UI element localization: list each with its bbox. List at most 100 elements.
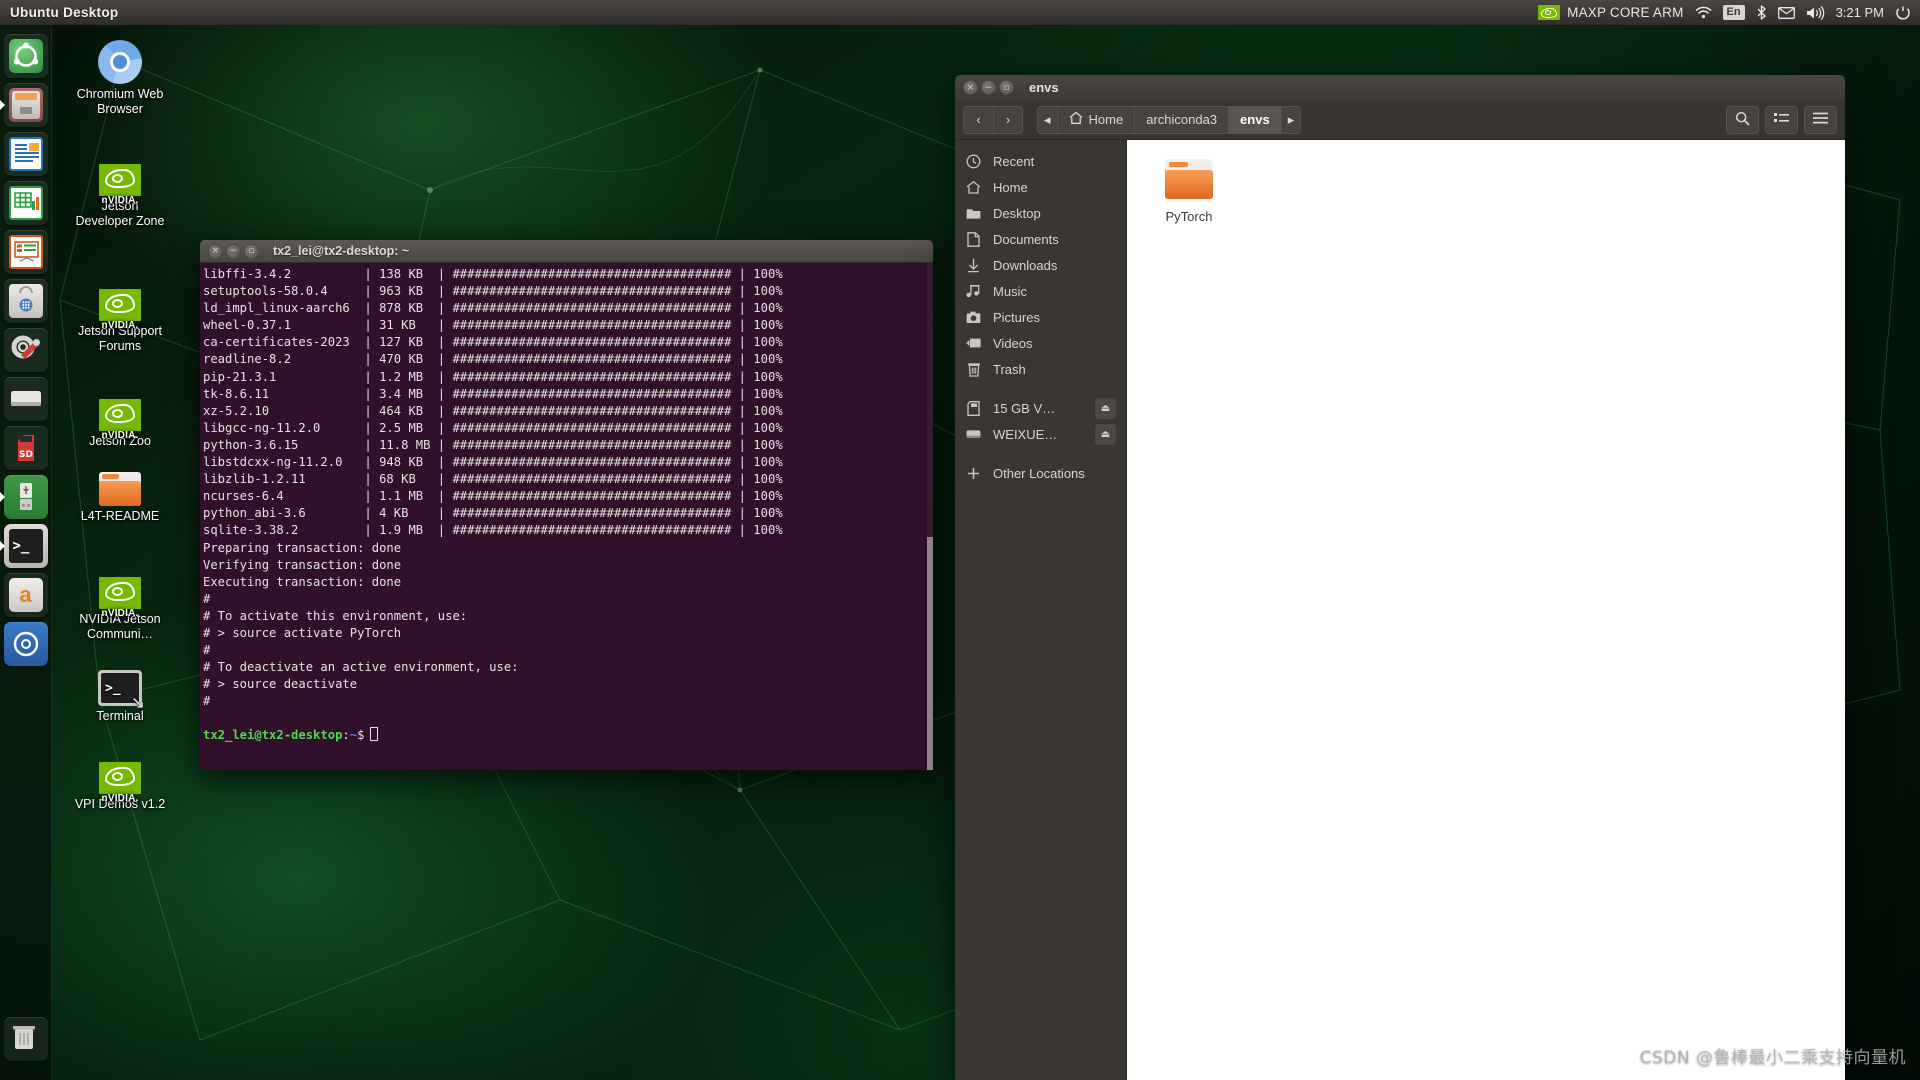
launcher-item-libreoffice-writer[interactable] — [4, 132, 48, 176]
sidebar-item-desktop[interactable]: Desktop — [955, 200, 1126, 226]
file-manager-sidebar: Recent Home Desktop Documents — [955, 140, 1127, 1080]
calc-sheet-icon — [9, 186, 43, 220]
sidebar-item-label: Videos — [993, 336, 1033, 351]
terminal-titlebar[interactable]: × − ▫ tx2_lei@tx2-desktop: ~ — [200, 240, 933, 263]
hamburger-menu-icon — [1813, 112, 1828, 127]
launcher-item-ubuntu-dash[interactable] — [4, 34, 48, 78]
desktop-icon-jetson-developer-zone[interactable]: nVIDIA. Jetson Developer Zone — [74, 150, 166, 229]
bluetooth-icon[interactable] — [1756, 5, 1767, 20]
back-button[interactable]: ‹ — [963, 106, 993, 134]
sidebar-item-other-locations[interactable]: Other Locations — [955, 460, 1126, 486]
sidebar-item-pictures[interactable]: Pictures — [955, 304, 1126, 330]
sidebar-device-label: WEIXUE… — [993, 427, 1057, 442]
eject-button[interactable]: ⏏ — [1095, 398, 1116, 419]
sidebar-item-home[interactable]: Home — [955, 174, 1126, 200]
file-manager-minimize-button[interactable]: − — [981, 80, 996, 95]
terminal-scrollbar[interactable] — [927, 263, 933, 770]
terminal-prompt-line: tx2_lei@tx2-desktop:~$ — [203, 727, 933, 744]
sidebar-item-label: Other Locations — [993, 466, 1085, 481]
desktop-icon-nvidia-jetson-community[interactable]: nVIDIA. NVIDIA Jetson Communi… — [74, 563, 166, 642]
video-icon — [965, 335, 982, 352]
terminal-scrollbar-thumb[interactable] — [927, 537, 933, 770]
sidebar-item-label: Downloads — [993, 258, 1057, 273]
desktop-icon-l4t-readme[interactable]: L4T-README — [74, 460, 166, 524]
search-icon — [1735, 111, 1750, 129]
nvidia-brand-label: nVIDIA. — [99, 318, 141, 333]
breadcrumb-envs[interactable]: envs — [1228, 106, 1281, 134]
desktop-icon-label: Chromium Web Browser — [74, 87, 166, 117]
launcher-item-trash[interactable] — [4, 1017, 48, 1061]
launcher-item-amazon[interactable]: a — [4, 573, 48, 617]
terminal-title: tx2_lei@tx2-desktop: ~ — [273, 244, 925, 258]
writer-doc-icon — [9, 137, 43, 171]
sidebar-device-label: 15 GB V… — [993, 401, 1055, 416]
volume-icon[interactable] — [1806, 6, 1825, 20]
terminal-minimize-button[interactable]: − — [226, 244, 241, 259]
breadcrumb-home[interactable]: Home — [1057, 106, 1135, 134]
file-manager-close-button[interactable]: × — [963, 80, 978, 95]
sidebar-item-documents[interactable]: Documents — [955, 226, 1126, 252]
file-manager-titlebar[interactable]: × − ▫ envs — [955, 75, 1845, 100]
desktop-icon-vpi-demos[interactable]: nVIDIA. VPI Demos v1.2 — [74, 748, 166, 812]
wifi-icon[interactable] — [1695, 6, 1712, 19]
search-button[interactable] — [1726, 106, 1759, 134]
power-gear-icon[interactable] — [1895, 5, 1911, 21]
usb-stick-icon — [9, 480, 43, 514]
launcher-item-system-monitor[interactable] — [4, 622, 48, 666]
sidebar-item-trash[interactable]: Trash — [955, 356, 1126, 382]
launcher-item-libreoffice-calc[interactable] — [4, 181, 48, 225]
launcher-item-sd-card[interactable]: SD — [4, 426, 48, 470]
desktop-icon-jetson-zoo[interactable]: nVIDIA. Jetson Zoo — [74, 385, 166, 449]
breadcrumb-scroll-left[interactable]: ◂ — [1037, 106, 1057, 134]
breadcrumb-scroll-right[interactable]: ▸ — [1281, 106, 1302, 134]
nvidia-icon: nVIDIA. — [74, 385, 166, 431]
launcher-item-terminal[interactable]: >_ — [4, 524, 48, 568]
menu-button[interactable] — [1804, 106, 1837, 134]
plus-icon — [965, 465, 982, 482]
breadcrumb-label: Home — [1089, 112, 1124, 127]
terminal-close-button[interactable]: × — [208, 244, 223, 259]
terminal-output: libffi-3.4.2 | 138 KB | ################… — [203, 266, 933, 710]
top-panel: Ubuntu Desktop MAXP CORE ARM En — [0, 0, 1920, 25]
launcher-item-disk-drive[interactable] — [4, 377, 48, 421]
nvidia-brand-label: nVIDIA. — [99, 428, 141, 443]
sidebar-device-15gb[interactable]: 15 GB V… ⏏ — [955, 395, 1126, 421]
nvidia-tray-indicator[interactable]: MAXP CORE ARM — [1538, 5, 1683, 20]
view-toggle-button[interactable] — [1765, 106, 1798, 134]
launcher-item-software-center[interactable] — [4, 279, 48, 323]
keyboard-layout-indicator[interactable]: En — [1723, 5, 1745, 20]
sidebar-item-music[interactable]: Music — [955, 278, 1126, 304]
mail-icon[interactable] — [1778, 7, 1795, 19]
breadcrumb: ◂ Home archiconda3 envs ▸ — [1037, 106, 1301, 134]
file-manager-content[interactable]: PyTorch — [1127, 140, 1845, 1080]
document-icon — [965, 231, 982, 248]
software-bag-icon — [9, 284, 43, 318]
file-item-pytorch[interactable]: PyTorch — [1141, 154, 1237, 224]
launcher-item-files[interactable] — [4, 83, 48, 127]
eject-button[interactable]: ⏏ — [1095, 424, 1116, 445]
launcher-item-usb-drive[interactable] — [4, 475, 48, 519]
desktop-icon-chromium-web-browser[interactable]: Chromium Web Browser — [74, 38, 166, 117]
breadcrumb-archiconda3[interactable]: archiconda3 — [1134, 106, 1228, 134]
sd-card-icon — [965, 400, 982, 417]
sidebar-device-weixue[interactable]: WEIXUE… ⏏ — [955, 421, 1126, 447]
sidebar-separator — [955, 382, 1126, 395]
impress-slide-icon — [9, 235, 43, 269]
launcher-item-libreoffice-impress[interactable] — [4, 230, 48, 274]
prompt-colon: : — [342, 728, 349, 742]
navigation-buttons: ‹ › — [963, 106, 1023, 134]
file-manager-window[interactable]: × − ▫ envs ‹ › ◂ Home archiconda3 envs — [955, 75, 1845, 1080]
terminal-maximize-button[interactable]: ▫ — [244, 244, 259, 259]
sidebar-item-videos[interactable]: Videos — [955, 330, 1126, 356]
launcher-item-system-settings[interactable] — [4, 328, 48, 372]
forward-button[interactable]: › — [993, 106, 1023, 134]
terminal-body[interactable]: libffi-3.4.2 | 138 KB | ################… — [200, 263, 933, 770]
clock[interactable]: 3:21 PM — [1836, 5, 1884, 20]
sidebar-item-recent[interactable]: Recent — [955, 148, 1126, 174]
desktop-icon-terminal-shortcut[interactable]: >_↘ Terminal — [74, 660, 166, 724]
music-note-icon — [965, 283, 982, 300]
terminal-window[interactable]: × − ▫ tx2_lei@tx2-desktop: ~ libffi-3.4.… — [200, 240, 933, 770]
file-manager-maximize-button[interactable]: ▫ — [999, 80, 1014, 95]
sidebar-item-downloads[interactable]: Downloads — [955, 252, 1126, 278]
desktop-icon-jetson-support-forums[interactable]: nVIDIA. Jetson Support Forums — [74, 275, 166, 354]
